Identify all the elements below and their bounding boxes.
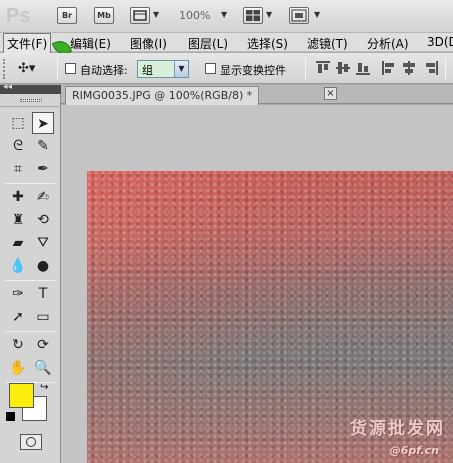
3d-orbit-tool[interactable]: ⟳ xyxy=(32,334,54,356)
screen-mode-button[interactable] xyxy=(289,7,309,24)
move-tool-preset-icon[interactable]: ✣▾ xyxy=(18,61,35,76)
options-divider xyxy=(57,57,58,80)
options-divider xyxy=(305,57,306,80)
path-selection-tool[interactable]: ➚ xyxy=(7,306,29,328)
align-left-edges-icon[interactable] xyxy=(382,61,396,75)
launch-bridge-button[interactable]: Br xyxy=(57,7,77,24)
options-grip[interactable] xyxy=(3,59,7,79)
chevron-down-icon: ▼ xyxy=(174,61,188,77)
zoom-dropdown-icon[interactable]: ▼ xyxy=(221,10,227,19)
tools-divider xyxy=(5,331,55,332)
document-tab[interactable]: RIMG0035.JPG @ 100%(RGB/8) * xyxy=(65,86,260,105)
swap-colors-icon[interactable]: ↪ xyxy=(40,382,48,393)
show-transform-label: 显示变换控件 xyxy=(220,64,286,77)
pen-tool[interactable]: ✑ xyxy=(7,283,29,305)
menu-filter[interactable]: 滤镜(T) xyxy=(307,35,348,52)
quick-selection-tool[interactable]: ✎ xyxy=(32,135,54,157)
lasso-tool[interactable]: ᘓ xyxy=(7,135,29,157)
default-colors-icon[interactable] xyxy=(6,412,15,421)
crop-tool[interactable]: ⌗ xyxy=(7,158,29,180)
document-tab-title: RIMG0035.JPG @ 100%(RGB/8) * xyxy=(72,89,253,102)
screen-mode-icon xyxy=(291,9,307,22)
launch-minibridge-button[interactable]: Mb xyxy=(94,7,114,24)
show-transform-checkbox[interactable] xyxy=(205,63,216,74)
quick-mask-button[interactable] xyxy=(20,434,42,450)
watermark-url: @6pf.cn xyxy=(389,444,439,457)
menu-image[interactable]: 图像(I) xyxy=(130,35,167,52)
arrange-documents-icon xyxy=(246,10,260,21)
watermark-text: 货源批发网 xyxy=(350,419,445,439)
tools-divider xyxy=(5,183,55,184)
menu-select[interactable]: 选择(S) xyxy=(247,35,288,52)
brush-tool[interactable]: ✍ xyxy=(32,186,54,208)
align-top-edges-icon[interactable] xyxy=(316,61,330,75)
align-vertical-centers-icon[interactable] xyxy=(336,61,350,75)
spot-healing-brush-tool[interactable]: ✚ xyxy=(7,186,29,208)
menu-file[interactable]: 文件(F) xyxy=(3,33,52,54)
rectangular-marquee-tool[interactable]: ⬚ xyxy=(7,112,29,134)
tools-panel-header[interactable]: ◂◂ xyxy=(0,82,61,94)
auto-select-checkbox[interactable] xyxy=(65,63,76,74)
auto-select-value: 组 xyxy=(142,64,153,77)
screen-mode-dropdown-icon[interactable]: ▼ xyxy=(314,10,320,19)
menu-analysis[interactable]: 分析(A) xyxy=(367,35,409,52)
view-extras-button[interactable] xyxy=(130,7,150,24)
close-document-button[interactable]: × xyxy=(324,87,337,100)
menu-3d[interactable]: 3D(D) xyxy=(427,35,453,49)
tools-panel-grip[interactable] xyxy=(0,94,61,107)
image-canvas[interactable]: 货源批发网 @6pf.cn xyxy=(87,171,453,463)
arrange-documents-button[interactable] xyxy=(243,7,263,24)
align-horizontal-centers-icon[interactable] xyxy=(402,61,416,75)
arrange-dropdown-icon[interactable]: ▼ xyxy=(266,10,272,19)
paint-bucket-tool[interactable]: ⛛ xyxy=(32,232,54,254)
dodge-tool[interactable]: ● xyxy=(32,255,54,277)
document-workspace[interactable]: 货源批发网 @6pf.cn xyxy=(61,105,453,463)
eyedropper-tool[interactable]: ✒ xyxy=(32,158,54,180)
type-tool[interactable]: T xyxy=(32,283,54,305)
zoom-level[interactable]: 100% xyxy=(179,9,210,22)
menu-layer[interactable]: 图层(L) xyxy=(188,35,228,52)
view-extras-icon xyxy=(133,10,147,21)
3d-rotate-tool[interactable]: ↻ xyxy=(7,334,29,356)
close-icon: × xyxy=(326,88,335,99)
align-right-edges-icon[interactable] xyxy=(424,61,438,75)
document-tab-bar: RIMG0035.JPG @ 100%(RGB/8) * × xyxy=(61,85,453,105)
photoshop-logo: Ps xyxy=(6,5,31,27)
menu-edit[interactable]: 编辑(E) xyxy=(70,35,111,52)
options-divider xyxy=(445,57,446,80)
foreground-color-swatch[interactable] xyxy=(9,383,34,408)
view-extras-dropdown-icon[interactable]: ▼ xyxy=(153,10,159,19)
auto-select-dropdown[interactable]: 组 ▼ xyxy=(137,60,189,78)
collapse-panel-icon[interactable]: ◂◂ xyxy=(3,82,12,92)
tools-panel: ◂◂ ⬚ ➤ ᘓ ✎ ⌗ ✒ ✚ ✍ ♜ ⟲ ▰ ⛛ 💧 ● ✑ T ➚ ▭ ↻… xyxy=(0,82,61,463)
auto-select-label: 自动选择: xyxy=(80,64,128,77)
history-brush-tool[interactable]: ⟲ xyxy=(32,209,54,231)
zoom-tool[interactable]: 🔍 xyxy=(32,357,54,379)
tools-divider xyxy=(5,280,55,281)
hand-tool[interactable]: ✋ xyxy=(7,357,29,379)
rectangle-tool[interactable]: ▭ xyxy=(32,306,54,328)
application-bar: Ps Br Mb ▼ 100% ▼ ▼ ▼ xyxy=(0,0,453,33)
options-bar: ✣▾ 自动选择: 组 ▼ 显示变换控件 xyxy=(0,53,453,84)
move-tool[interactable]: ➤ xyxy=(32,112,54,134)
eraser-tool[interactable]: ▰ xyxy=(7,232,29,254)
align-bottom-edges-icon[interactable] xyxy=(356,61,370,75)
quick-mask-icon xyxy=(26,437,36,447)
blur-tool[interactable]: 💧 xyxy=(7,255,29,277)
clone-stamp-tool[interactable]: ♜ xyxy=(7,209,29,231)
